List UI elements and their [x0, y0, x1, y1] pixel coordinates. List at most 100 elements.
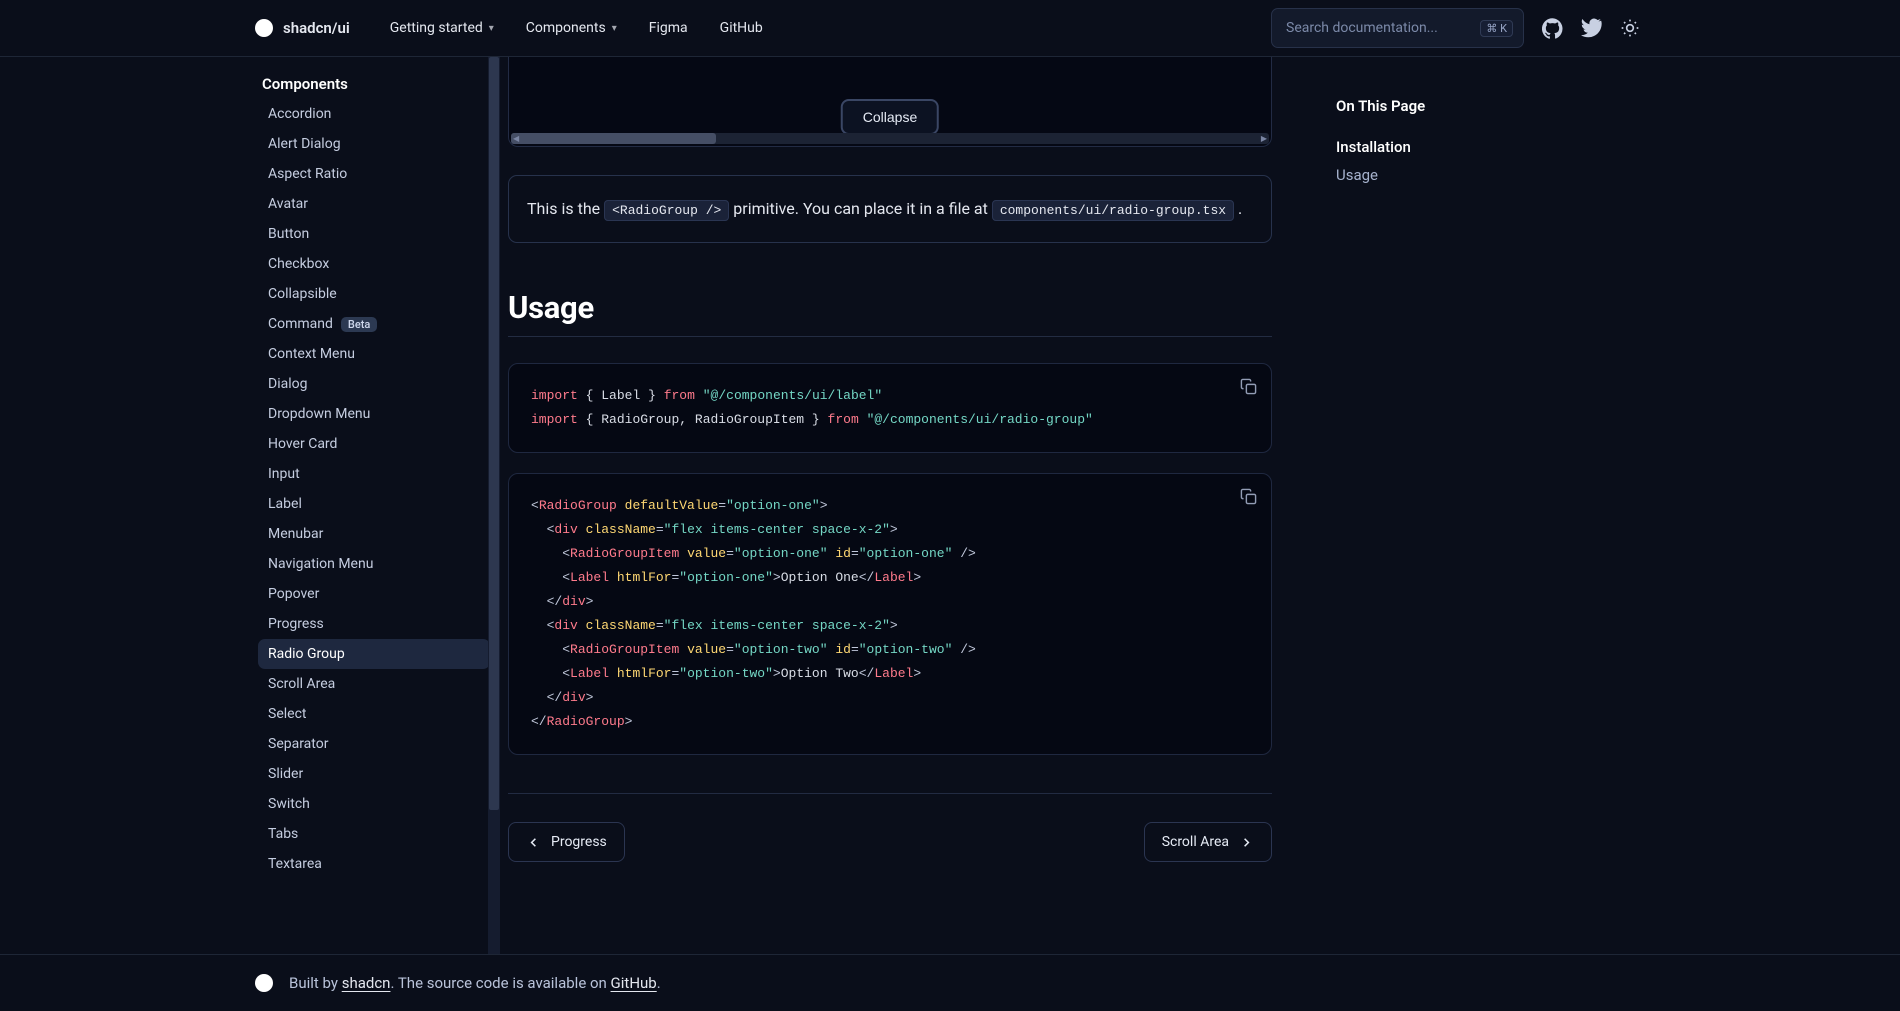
sidebar-item-button[interactable]: Button: [258, 219, 490, 249]
tok: div: [554, 522, 577, 537]
footer: Built by shadcn. The source code is avai…: [0, 954, 1900, 1011]
sidebar-item-radio-group[interactable]: Radio Group: [258, 639, 490, 669]
sidebar-item-aspect-ratio[interactable]: Aspect Ratio: [258, 159, 490, 189]
sidebar-item-context-menu[interactable]: Context Menu: [258, 339, 490, 369]
copy-icon[interactable]: [1240, 488, 1257, 514]
tok: "flex items-center space-x-2": [664, 618, 890, 633]
tok: div: [562, 594, 585, 609]
tok: ,: [679, 412, 687, 427]
sidebar-item-dialog[interactable]: Dialog: [258, 369, 490, 399]
sidebar-scrollbar[interactable]: [488, 57, 500, 954]
toc: On This Page InstallationUsage: [1290, 57, 1640, 954]
sidebar-item-alert-dialog[interactable]: Alert Dialog: [258, 129, 490, 159]
sidebar-item-accordion[interactable]: Accordion: [258, 99, 490, 129]
info-code: <RadioGroup />: [604, 200, 729, 221]
tok: }: [648, 388, 656, 403]
pager-label: Scroll Area: [1162, 834, 1229, 850]
chevron-left-icon: ◀: [513, 134, 519, 143]
sidebar-item-label[interactable]: Label: [258, 489, 490, 519]
header: shadcn/ui Getting started▾ Components▾ F…: [0, 0, 1900, 57]
twitter-icon[interactable]: [1581, 18, 1602, 39]
nav-getting-started[interactable]: Getting started▾: [390, 20, 494, 36]
pager-next-button[interactable]: Scroll Area: [1144, 822, 1272, 862]
toc-item-installation[interactable]: Installation: [1336, 133, 1640, 161]
tok: "@/components/ui/radio-group": [867, 412, 1093, 427]
sidebar-item-hover-card[interactable]: Hover Card: [258, 429, 490, 459]
code-block-imports: import { Label } from "@/components/ui/l…: [508, 363, 1272, 453]
tok: import: [531, 412, 578, 427]
tok: value: [687, 642, 726, 657]
sidebar-item-scroll-area[interactable]: Scroll Area: [258, 669, 490, 699]
tok: {: [586, 412, 594, 427]
tok: "option-two": [734, 642, 828, 657]
collapse-button[interactable]: Collapse: [841, 99, 939, 135]
horizontal-scrollbar[interactable]: ◀ ▶: [511, 133, 1269, 144]
tok: div: [554, 618, 577, 633]
tok: RadioGroup: [601, 412, 679, 427]
copy-icon[interactable]: [1240, 378, 1257, 404]
scrollbar-thumb[interactable]: [489, 57, 499, 810]
toc-item-usage[interactable]: Usage: [1336, 161, 1640, 189]
sidebar-item-switch[interactable]: Switch: [258, 789, 490, 819]
sidebar-item-popover[interactable]: Popover: [258, 579, 490, 609]
footer-link-author[interactable]: shadcn: [342, 974, 391, 992]
beta-badge: Beta: [341, 317, 377, 332]
top-nav: Getting started▾ Components▾ Figma GitHu…: [390, 20, 763, 36]
github-icon[interactable]: [1542, 18, 1563, 39]
tok: RadioGroup: [547, 714, 625, 729]
search-placeholder: Search documentation...: [1286, 20, 1438, 36]
sidebar-item-separator[interactable]: Separator: [258, 729, 490, 759]
sidebar-wrap: Components AccordionAlert DialogAspect R…: [0, 57, 490, 954]
nav-components[interactable]: Components▾: [526, 20, 617, 36]
nav-github[interactable]: GitHub: [720, 20, 763, 36]
sidebar-item-textarea[interactable]: Textarea: [258, 849, 490, 879]
sidebar-item-collapsible[interactable]: Collapsible: [258, 279, 490, 309]
tok: htmlFor: [617, 666, 672, 681]
nav-label: Components: [526, 20, 606, 36]
sidebar-item-navigation-menu[interactable]: Navigation Menu: [258, 549, 490, 579]
search-input[interactable]: Search documentation... ⌘ K: [1271, 8, 1524, 48]
sidebar-item-checkbox[interactable]: Checkbox: [258, 249, 490, 279]
sidebar-item-input[interactable]: Input: [258, 459, 490, 489]
tok: Option Two: [781, 666, 859, 681]
tok: Label: [601, 388, 640, 403]
tok: Label: [570, 666, 609, 681]
toc-title: On This Page: [1336, 97, 1640, 115]
pager-prev-button[interactable]: Progress: [508, 822, 625, 862]
sidebar-item-slider[interactable]: Slider: [258, 759, 490, 789]
usage-heading: Usage: [508, 289, 1272, 337]
tok: "option-two": [859, 642, 953, 657]
tok: RadioGroupItem: [695, 412, 804, 427]
sidebar-item-menubar[interactable]: Menubar: [258, 519, 490, 549]
tok: "option-two": [679, 666, 773, 681]
tok: Label: [874, 666, 913, 681]
theme-toggle-icon[interactable]: [1620, 18, 1640, 38]
tok: "option-one": [679, 570, 773, 585]
brand[interactable]: shadcn/ui: [255, 19, 350, 37]
sidebar-item-tabs[interactable]: Tabs: [258, 819, 490, 849]
tok: className: [586, 618, 656, 633]
header-right: Search documentation... ⌘ K: [1271, 8, 1640, 48]
sidebar-item-avatar[interactable]: Avatar: [258, 189, 490, 219]
tok: htmlFor: [617, 570, 672, 585]
code-preview-area: Collapse ◀ ▶: [508, 57, 1272, 147]
nav-figma[interactable]: Figma: [649, 20, 688, 36]
tok: RadioGroupItem: [570, 642, 679, 657]
chevron-down-icon: ▾: [489, 23, 494, 34]
tok: Label: [570, 570, 609, 585]
tok: "flex items-center space-x-2": [664, 522, 890, 537]
sidebar-item-command[interactable]: CommandBeta: [258, 309, 490, 339]
footer-link-github[interactable]: GitHub: [611, 974, 657, 992]
code-block-example: <RadioGroup defaultValue="option-one"> <…: [508, 473, 1272, 755]
sidebar-item-progress[interactable]: Progress: [258, 609, 490, 639]
search-kbd: ⌘ K: [1480, 20, 1513, 37]
footer-segment: .: [657, 974, 661, 992]
footer-segment: . The source code is available on: [390, 974, 610, 992]
scrollbar-thumb[interactable]: [511, 133, 716, 144]
sidebar-item-dropdown-menu[interactable]: Dropdown Menu: [258, 399, 490, 429]
brand-logo-icon: [255, 19, 273, 37]
tok: from: [828, 412, 859, 427]
sidebar-item-select[interactable]: Select: [258, 699, 490, 729]
brand-name: shadcn/ui: [283, 19, 350, 37]
footer-logo-icon: [255, 974, 273, 992]
